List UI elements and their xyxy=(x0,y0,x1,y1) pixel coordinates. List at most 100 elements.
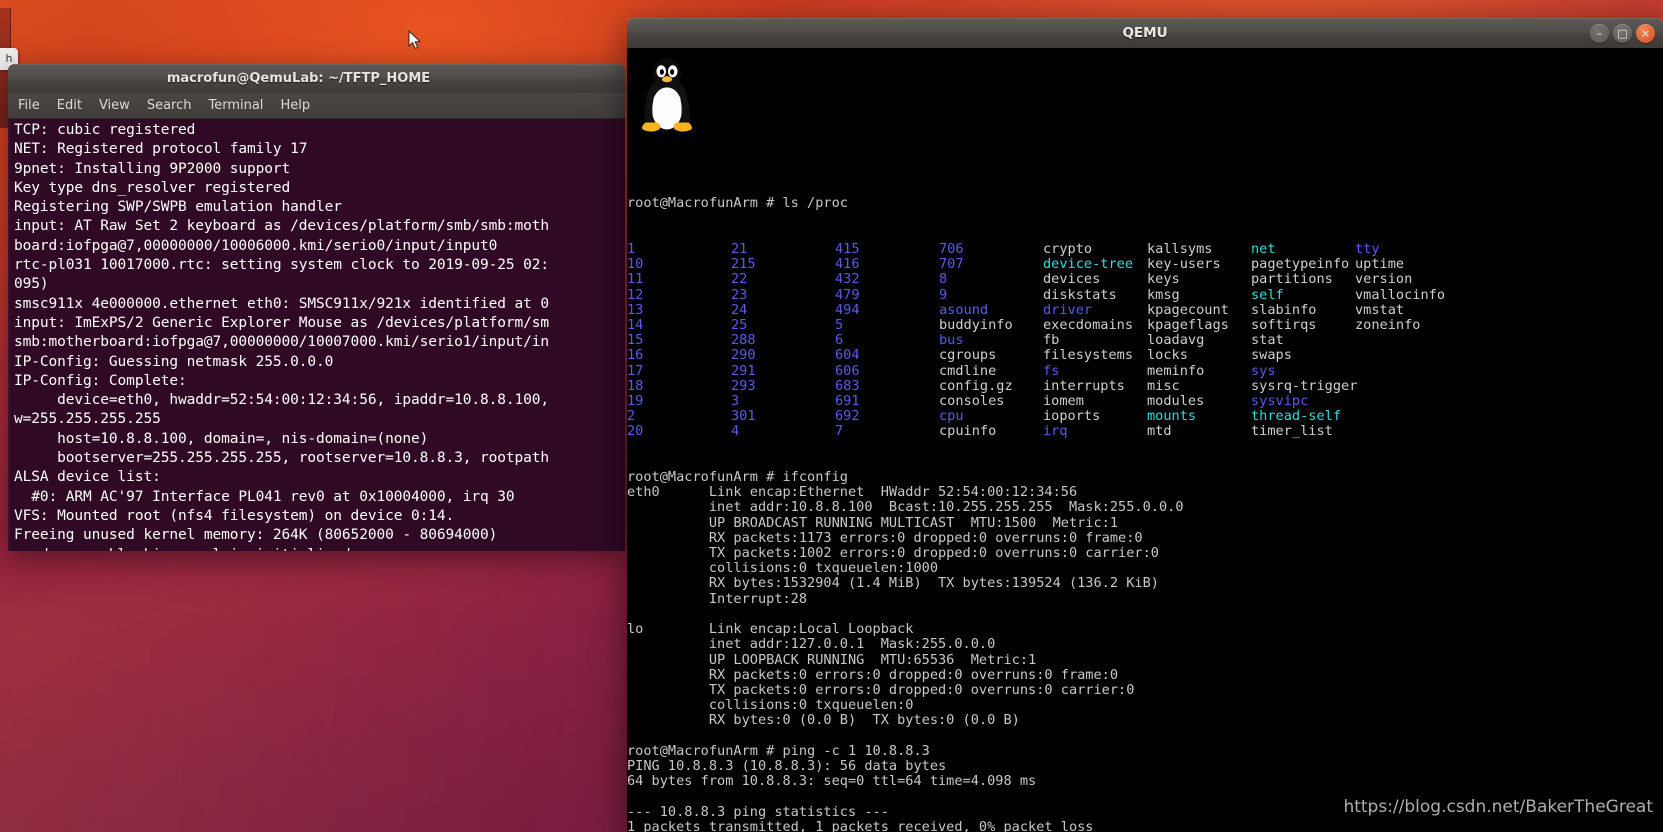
proc-entry: 291 xyxy=(731,362,756,379)
proc-entry: 24 xyxy=(731,301,748,318)
qemu-window-controls: – □ × xyxy=(1590,24,1655,43)
proc-entry: 5 xyxy=(835,317,844,334)
guest-console-text: root@MacrofunArm # ls /proc 1 21 415 706 cry… xyxy=(627,48,1663,832)
console-output-line: eth0 Link encap:Ethernet HWaddr 52:54:00… xyxy=(627,484,1078,501)
proc-entry: vmallocinfo xyxy=(1355,286,1446,303)
minimize-button[interactable]: – xyxy=(1590,24,1609,43)
terminal-log-line: smb:motherboard:iofpga@7,00000000/100070… xyxy=(14,334,550,351)
proc-entry: keys xyxy=(1147,271,1180,288)
proc-listing-row: 14 25 5 buddyinfo execdomains kpageflags softi… xyxy=(627,317,1663,334)
terminal-log-line: bootserver=255.255.255.255, rootserver=1… xyxy=(14,450,550,467)
console-command-output: root@MacrofunArm # ifconfig eth0 Link enc… xyxy=(627,469,1663,832)
console-output-line: TX packets:1002 errors:0 dropped:0 overr… xyxy=(627,545,1159,562)
terminal-log-line: board:iofpga@7,00000000/10006000.kmi/ser… xyxy=(14,237,498,254)
proc-entry: fs xyxy=(1043,362,1060,379)
proc-entry: loadavg xyxy=(1147,332,1205,349)
terminal-output-area[interactable]: TCP: cubic registered NET: Registered pro… xyxy=(8,119,625,551)
proc-entry: locks xyxy=(1147,347,1188,364)
menu-search[interactable]: Search xyxy=(147,98,192,113)
proc-entry: 19 xyxy=(627,393,644,410)
proc-entry: 288 xyxy=(731,332,756,349)
terminal-log-line: device=eth0, hwaddr=52:54:00:12:34:56, i… xyxy=(14,392,550,409)
console-output-line: RX bytes:1532904 (1.4 MiB) TX bytes:1395… xyxy=(627,575,1159,592)
console-output-line: RX bytes:0 (0.0 B) TX bytes:0 (0.0 B) xyxy=(627,712,1020,729)
proc-entry: thread-self xyxy=(1251,408,1342,425)
proc-entry: 692 xyxy=(835,408,860,425)
terminal-log-line: input: AT Raw Set 2 keyboard as /devices… xyxy=(14,218,550,235)
terminal-titlebar[interactable]: macrofun@QemuLab: ~/TFTP_HOME xyxy=(8,64,625,93)
proc-entry: cmdline xyxy=(939,362,997,379)
console-output-line: root@MacrofunArm # ping -c 1 10.8.8.3 xyxy=(627,742,930,759)
proc-entry: mounts xyxy=(1147,408,1197,425)
menu-terminal[interactable]: Terminal xyxy=(208,98,263,113)
proc-entry: 3 xyxy=(731,393,740,410)
terminal-log-line: random: nonblocking pool is initialized xyxy=(14,546,625,551)
menu-help[interactable]: Help xyxy=(280,98,310,113)
terminal-log-line: rtc-pl031 10017000.rtc: setting system c… xyxy=(14,257,550,274)
proc-entry: filesystems xyxy=(1043,347,1134,364)
console-output-line: collisions:0 txqueuelen:1000 xyxy=(627,560,938,577)
proc-entry: iomem xyxy=(1043,393,1084,410)
terminal-log-lines: TCP: cubic registered NET: Registered pro… xyxy=(14,121,625,551)
proc-entry: key-users xyxy=(1147,256,1221,273)
proc-entry: 606 xyxy=(835,362,860,379)
proc-listing-row: 20 4 7 cpuinfo irq mtd timer_list xyxy=(627,424,1663,439)
proc-entry: cpuinfo xyxy=(939,423,997,440)
console-line-ls-prompt: root@MacrofunArm # ls /proc xyxy=(627,195,848,212)
proc-entry: execdomains xyxy=(1043,317,1134,334)
proc-entry: pagetypeinfo xyxy=(1251,256,1350,273)
proc-entry: 1 xyxy=(627,241,636,258)
proc-entry: kallsyms xyxy=(1147,241,1213,258)
qemu-guest-framebuffer[interactable]: root@MacrofunArm # ls /proc 1 21 415 706 cry… xyxy=(627,48,1663,832)
proc-entry: kpageflags xyxy=(1147,317,1229,334)
terminal-log-line: #0: ARM AC'97 Interface PL041 rev0 at 0x… xyxy=(14,488,515,505)
console-output-line: collisions:0 txqueuelen:0 xyxy=(627,697,914,714)
proc-entry: 14 xyxy=(627,317,644,334)
proc-entry: ioports xyxy=(1043,408,1101,425)
gnome-terminal-window[interactable]: macrofun@QemuLab: ~/TFTP_HOME File Edit … xyxy=(8,64,625,551)
qemu-titlebar[interactable]: QEMU – □ × xyxy=(627,18,1663,48)
proc-listing-row: 17 291 606 cmdline fs meminfo sys xyxy=(627,362,1663,379)
proc-entry: irq xyxy=(1043,423,1068,440)
proc-entry: 13 xyxy=(627,301,644,318)
proc-entry: stat xyxy=(1251,332,1284,349)
qemu-window[interactable]: QEMU – □ × root@MacrofunArm # ls /proc 1… xyxy=(627,18,1663,832)
close-button[interactable]: × xyxy=(1636,24,1655,43)
proc-entry: devices xyxy=(1043,271,1101,288)
console-output-line: UP LOOPBACK RUNNING MTU:65536 Metric:1 xyxy=(627,651,1037,668)
menu-file[interactable]: File xyxy=(18,98,40,113)
proc-entry: bus xyxy=(939,332,964,349)
proc-entry: kmsg xyxy=(1147,286,1180,303)
proc-entry: uptime xyxy=(1355,256,1405,273)
proc-directory-listing: 1 21 415 706 crypto kallsyms net tty 10 215 416 707… xyxy=(627,241,1663,440)
proc-entry: 683 xyxy=(835,377,860,394)
menu-edit[interactable]: Edit xyxy=(57,98,82,113)
proc-entry: config.gz xyxy=(939,377,1013,394)
proc-entry: 9 xyxy=(939,286,948,303)
terminal-menubar: File Edit View Search Terminal Help xyxy=(8,93,625,119)
proc-entry: 290 xyxy=(731,347,756,364)
proc-entry: 16 xyxy=(627,347,644,364)
proc-entry: 11 xyxy=(627,271,644,288)
proc-entry: vmstat xyxy=(1355,301,1405,318)
qemu-window-title: QEMU xyxy=(1122,25,1168,41)
proc-entry: cgroups xyxy=(939,347,997,364)
proc-listing-row: 11 22 432 8 devices keys partitions version xyxy=(627,272,1663,287)
proc-entry: 8 xyxy=(939,271,948,288)
maximize-button[interactable]: □ xyxy=(1613,24,1632,43)
menu-view[interactable]: View xyxy=(99,98,130,113)
proc-listing-row: 13 24 494 asound driver kpagecount slabinfo vms… xyxy=(627,301,1663,318)
proc-entry: 6 xyxy=(835,332,844,349)
proc-entry: misc xyxy=(1147,377,1180,394)
proc-entry: 22 xyxy=(731,271,748,288)
terminal-log-line: ALSA device list: xyxy=(14,469,161,486)
proc-entry: 604 xyxy=(835,347,860,364)
proc-listing-row: 18 293 683 config.gz interrupts misc sysrq-tri… xyxy=(627,377,1663,394)
terminal-log-line: input: ImExPS/2 Generic Explorer Mouse a… xyxy=(14,314,550,331)
proc-listing-row: 19 3 691 consoles iomem modules sysvipc xyxy=(627,393,1663,410)
console-output-line: UP BROADCAST RUNNING MULTICAST MTU:1500 … xyxy=(627,514,1119,531)
proc-entry: 415 xyxy=(835,241,860,258)
proc-entry: buddyinfo xyxy=(939,317,1013,334)
terminal-log-line: VFS: Mounted root (nfs4 filesystem) on d… xyxy=(14,507,455,524)
terminal-log-line: 095) xyxy=(14,276,49,293)
